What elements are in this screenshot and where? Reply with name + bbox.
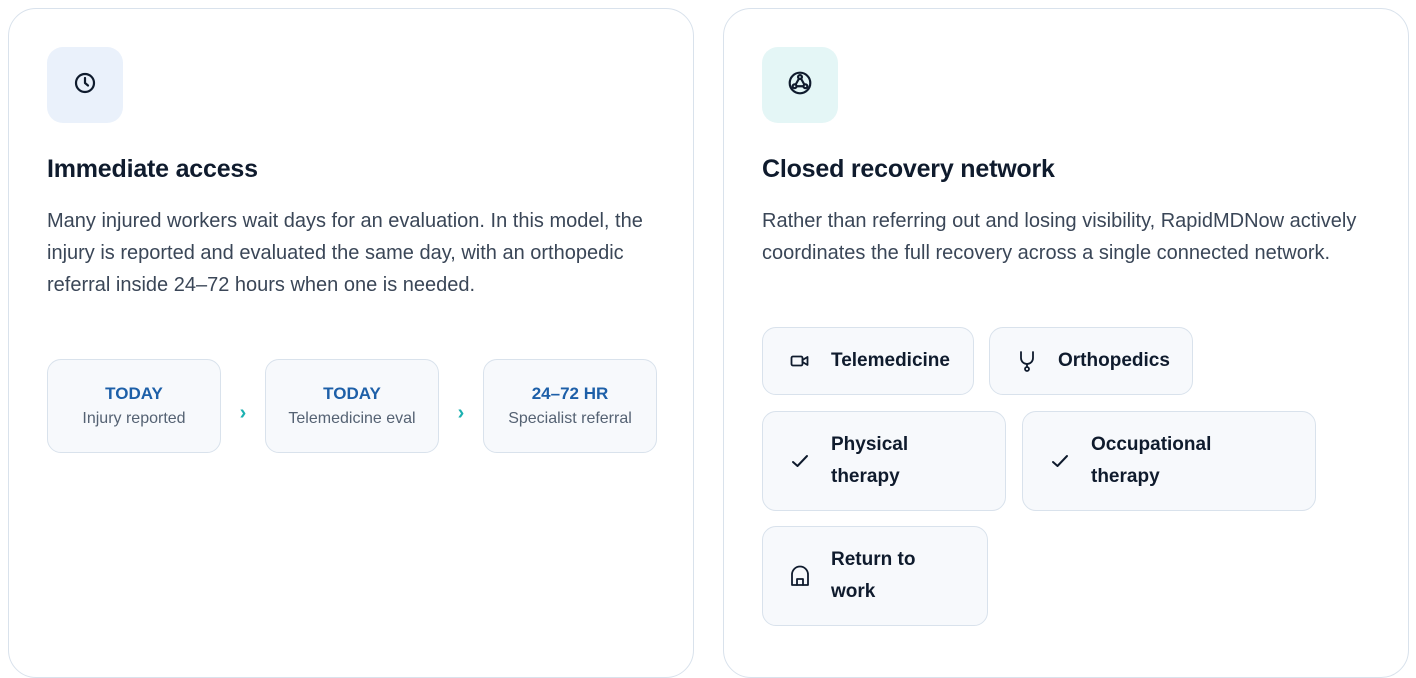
chevron-right-icon: › bbox=[457, 401, 465, 424]
step-label: Specialist referral bbox=[508, 410, 632, 427]
service-label: Physical therapy bbox=[831, 434, 909, 487]
service-label: Occupational therapy bbox=[1091, 434, 1212, 487]
step-time: TODAY bbox=[105, 384, 163, 403]
check-icon bbox=[789, 450, 811, 472]
clock-icon-tile bbox=[47, 47, 123, 123]
step-time: TODAY bbox=[323, 384, 381, 403]
clock-icon bbox=[73, 71, 97, 100]
closed-recovery-network-card: Closed recovery network Rather than refe… bbox=[723, 8, 1409, 678]
timeline-step: TODAY Telemedicine eval bbox=[265, 359, 439, 453]
card-title: Closed recovery network bbox=[762, 155, 1055, 183]
card-title: Immediate access bbox=[47, 155, 258, 183]
chevron-right-icon: › bbox=[239, 401, 247, 424]
service-label: Return to work bbox=[831, 549, 916, 602]
stethoscope-icon bbox=[1016, 350, 1038, 372]
service-pill-return-to-work: Return to work bbox=[762, 526, 988, 626]
timeline-step: 24–72 HR Specialist referral bbox=[483, 359, 657, 453]
step-time: 24–72 HR bbox=[531, 384, 609, 403]
service-label: Orthopedics bbox=[1058, 350, 1170, 371]
service-pill-occupational-therapy: Occupational therapy bbox=[1022, 411, 1316, 511]
card-body: Rather than referring out and losing vis… bbox=[762, 210, 1357, 264]
referral-timeline: TODAY Injury reported › TODAY Telemedici… bbox=[47, 359, 657, 453]
home-icon bbox=[789, 565, 811, 587]
video-icon bbox=[789, 350, 811, 372]
service-pill-telemedicine: Telemedicine bbox=[762, 327, 974, 395]
network-icon-tile bbox=[762, 47, 838, 123]
timeline-step: TODAY Injury reported bbox=[47, 359, 221, 453]
step-label: Telemedicine eval bbox=[288, 410, 416, 427]
immediate-access-card: Immediate access Many injured workers wa… bbox=[8, 8, 694, 678]
network-icon bbox=[787, 70, 813, 101]
service-pill-orthopedics: Orthopedics bbox=[989, 327, 1193, 395]
check-icon bbox=[1049, 450, 1071, 472]
card-body: Many injured workers wait days for an ev… bbox=[47, 210, 643, 296]
step-label: Injury reported bbox=[82, 410, 186, 427]
service-label: Telemedicine bbox=[831, 350, 950, 371]
service-pill-physical-therapy: Physical therapy bbox=[762, 411, 1006, 511]
